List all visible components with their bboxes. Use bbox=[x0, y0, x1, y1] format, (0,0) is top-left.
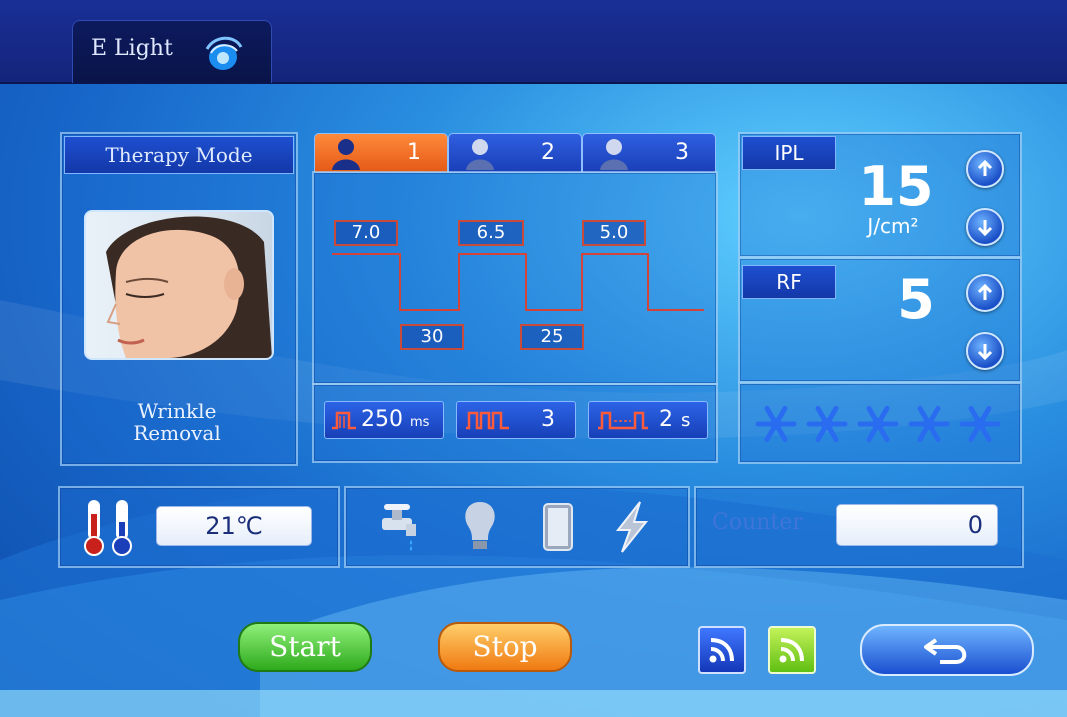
pulse-3-intensity[interactable]: 5.0 bbox=[582, 220, 646, 246]
interval-button[interactable]: 2 s bbox=[588, 401, 708, 439]
therapy-caption-line2: Removal bbox=[133, 421, 221, 445]
interval-value: 2 bbox=[659, 407, 673, 432]
start-button[interactable]: Start bbox=[238, 622, 372, 672]
pulse-panel: 7.0 6.5 5.0 30 25 bbox=[312, 171, 718, 385]
therapy-panel: Therapy Mode Wrinkle Removal bbox=[60, 132, 298, 466]
delay-2-value[interactable]: 25 bbox=[520, 324, 584, 350]
ipl-value: 15 bbox=[858, 155, 934, 218]
ipl-label: IPL bbox=[742, 136, 836, 170]
pulse-width-value: 250 bbox=[361, 407, 403, 432]
multi-pulse-icon bbox=[466, 411, 509, 430]
rf-label: RF bbox=[742, 265, 836, 299]
delay-1-value[interactable]: 30 bbox=[400, 324, 464, 350]
wireless-icon bbox=[709, 638, 734, 663]
logo-icon bbox=[205, 36, 243, 70]
face-illustration bbox=[106, 216, 272, 358]
counter-label: Counter bbox=[712, 510, 803, 535]
lamp-icon bbox=[465, 502, 495, 549]
tab-1-label: 1 bbox=[407, 140, 421, 165]
snowflake-icon bbox=[857, 405, 899, 443]
counter-value: 0 bbox=[967, 511, 983, 539]
counter-display: 0 bbox=[836, 504, 998, 546]
arrow-up-icon bbox=[977, 159, 993, 176]
ipl-unit: J/cm² bbox=[867, 214, 919, 238]
pulse-1-intensity[interactable]: 7.0 bbox=[334, 220, 398, 246]
rf-value: 5 bbox=[897, 268, 935, 331]
rf-down-button[interactable] bbox=[966, 332, 1004, 370]
pulse-width-button[interactable]: 250 ms bbox=[324, 401, 444, 439]
tab-3[interactable]: 3 bbox=[582, 133, 716, 173]
pulse-count-value: 3 bbox=[541, 407, 555, 432]
arrow-down-icon bbox=[977, 220, 993, 237]
temperature-value: 21℃ bbox=[205, 512, 263, 540]
wireless-green-button[interactable] bbox=[768, 626, 816, 674]
stop-button[interactable]: Stop bbox=[438, 622, 572, 672]
rf-up-button[interactable] bbox=[966, 274, 1004, 312]
arrow-up-icon bbox=[977, 283, 993, 300]
tank-icon bbox=[543, 503, 573, 551]
pulse-width-unit: ms bbox=[410, 415, 430, 430]
pulse-count-button[interactable]: 3 bbox=[456, 401, 576, 439]
wireless-icon bbox=[779, 638, 804, 663]
screen: E Light Therapy Mode Wrinkle Removal 1 2… bbox=[0, 0, 1067, 717]
cooling-panel[interactable] bbox=[738, 382, 1022, 464]
single-pulse-icon bbox=[332, 411, 356, 430]
tab-2-label: 2 bbox=[541, 140, 555, 165]
tab-1[interactable]: 1 bbox=[314, 133, 448, 173]
arrow-down-icon bbox=[977, 344, 993, 361]
wireless-blue-button[interactable] bbox=[698, 626, 746, 674]
person-icon bbox=[466, 139, 494, 170]
app-tab[interactable]: E Light bbox=[72, 20, 272, 83]
cooling-level bbox=[755, 405, 1001, 443]
temperature-panel: 21℃ bbox=[58, 486, 340, 568]
therapy-caption-line1: Wrinkle bbox=[137, 399, 217, 423]
person-icon bbox=[332, 139, 360, 170]
face-photo bbox=[84, 210, 274, 360]
pulse-2-intensity[interactable]: 6.5 bbox=[458, 220, 524, 246]
therapy-caption: Wrinkle Removal bbox=[62, 400, 292, 444]
snowflake-icon bbox=[959, 405, 1001, 443]
tab-3-label: 3 bbox=[675, 140, 689, 165]
snowflake-icon bbox=[755, 405, 797, 443]
ipl-down-button[interactable] bbox=[966, 208, 1004, 246]
return-arrow-icon bbox=[924, 638, 967, 664]
ipl-up-button[interactable] bbox=[966, 150, 1004, 188]
thermometer-icon bbox=[84, 500, 132, 556]
temperature-display: 21℃ bbox=[156, 506, 312, 546]
tab-2[interactable]: 2 bbox=[448, 133, 582, 173]
therapy-header: Therapy Mode bbox=[64, 136, 294, 174]
snowflake-icon bbox=[806, 405, 848, 443]
water-tap-icon bbox=[382, 504, 416, 551]
person-icon bbox=[600, 139, 628, 170]
status-icons-panel bbox=[344, 486, 690, 568]
back-button[interactable] bbox=[860, 624, 1034, 676]
interval-icon bbox=[598, 411, 648, 430]
lightning-icon bbox=[615, 501, 649, 553]
app-title: E Light bbox=[91, 36, 173, 61]
counter-panel: Counter 0 bbox=[694, 486, 1024, 568]
snowflake-icon bbox=[908, 405, 950, 443]
pulse-waveform bbox=[332, 253, 704, 311]
interval-unit: s bbox=[681, 410, 691, 431]
